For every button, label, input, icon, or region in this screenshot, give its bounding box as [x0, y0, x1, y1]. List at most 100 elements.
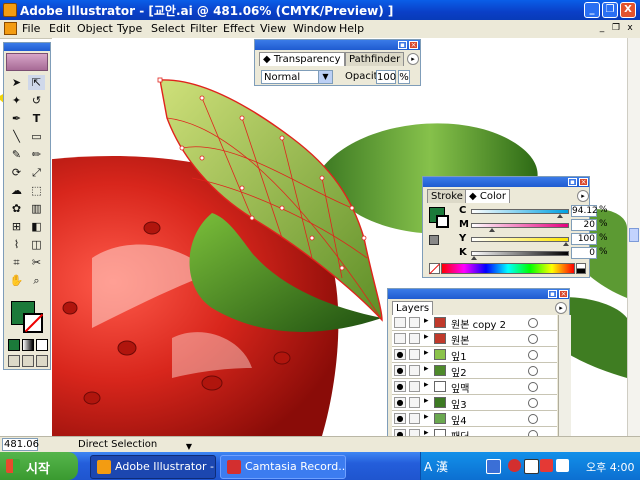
lock-toggle-icon[interactable]: [409, 333, 420, 344]
transparency-palette-header[interactable]: [255, 40, 420, 50]
stroke-color-swatch[interactable]: [23, 313, 43, 333]
color-spectrum-bar[interactable]: [441, 263, 575, 274]
slice-tool-icon[interactable]: ⌗: [8, 255, 25, 270]
tab-pathfinder[interactable]: Pathfinder: [345, 52, 405, 66]
menu-effect[interactable]: Effect: [223, 22, 255, 35]
lock-toggle-icon[interactable]: [409, 365, 420, 376]
layer-target-icon[interactable]: [528, 398, 538, 408]
doc-minimize-button[interactable]: _: [596, 23, 608, 34]
palette-close-button[interactable]: ×: [559, 290, 568, 298]
lock-toggle-icon[interactable]: [409, 349, 420, 360]
color-stroke-swatch[interactable]: [436, 215, 449, 228]
status-dropdown[interactable]: Direct Selection ▼: [48, 438, 194, 451]
warp-tool-icon[interactable]: ☁: [8, 183, 25, 198]
layer-row[interactable]: ● ▸ 잎맥: [392, 379, 557, 395]
ime-indicator[interactable]: A 漢: [424, 458, 448, 475]
expand-triangle-icon[interactable]: ▸: [424, 348, 429, 358]
menu-file[interactable]: File: [22, 22, 40, 35]
tab-stroke[interactable]: Stroke: [427, 189, 467, 203]
color-palette-header[interactable]: [423, 177, 589, 187]
yellow-slider[interactable]: [471, 237, 569, 242]
expand-triangle-icon[interactable]: ▸: [424, 380, 429, 390]
expand-triangle-icon[interactable]: ▸: [424, 412, 429, 422]
full-screen-mode-button[interactable]: [36, 355, 48, 367]
lasso-tool-icon[interactable]: ↺: [28, 93, 45, 108]
expand-triangle-icon[interactable]: ▸: [424, 316, 429, 326]
direct-selection-tool-icon[interactable]: ⇱: [28, 75, 45, 90]
scale-tool-icon[interactable]: ⤢: [28, 165, 45, 180]
palette-close-button[interactable]: ×: [579, 178, 588, 186]
doc-restore-button[interactable]: ❐: [610, 23, 622, 34]
mesh-tool-icon[interactable]: ⊞: [8, 219, 25, 234]
menu-edit[interactable]: Edit: [49, 22, 70, 35]
layers-palette-header[interactable]: [388, 289, 569, 299]
yellow-input[interactable]: 100: [571, 233, 597, 245]
opacity-unit[interactable]: %: [398, 70, 410, 84]
lock-toggle-icon[interactable]: [409, 413, 420, 424]
scissors-tool-icon[interactable]: ✂: [28, 255, 45, 270]
menu-view[interactable]: View: [260, 22, 286, 35]
visibility-eye-icon[interactable]: [394, 317, 406, 328]
layer-row[interactable]: ● ▸ 잎1: [392, 347, 557, 363]
restore-button[interactable]: ❐: [602, 2, 618, 18]
opacity-input[interactable]: 100: [376, 70, 396, 84]
type-tool-icon[interactable]: T: [28, 111, 45, 126]
taskbar-button[interactable]: Camtasia Record...: [220, 455, 346, 479]
rectangle-tool-icon[interactable]: ▭: [28, 129, 45, 144]
magenta-slider[interactable]: [471, 223, 569, 228]
zoom-level-field[interactable]: 481.06: [2, 438, 39, 451]
palette-close-button[interactable]: ×: [409, 41, 418, 49]
color-mode-button[interactable]: [8, 339, 20, 351]
gradient-tool-icon[interactable]: ◧: [28, 219, 45, 234]
none-color-button[interactable]: [429, 263, 440, 274]
expand-triangle-icon[interactable]: ▸: [424, 364, 429, 374]
cyan-input[interactable]: 94.12: [571, 205, 598, 217]
layer-target-icon[interactable]: [528, 414, 538, 424]
recording-tray-icon[interactable]: [540, 459, 553, 472]
black-slider-thumb[interactable]: [471, 256, 477, 260]
cyan-slider[interactable]: [471, 209, 569, 214]
close-button[interactable]: X: [620, 2, 636, 18]
magenta-slider-thumb[interactable]: [489, 228, 496, 232]
start-button[interactable]: 시작: [0, 452, 78, 480]
out-of-gamut-icon[interactable]: [429, 235, 439, 245]
layer-target-icon[interactable]: [528, 350, 538, 360]
minimize-button[interactable]: _: [584, 2, 600, 18]
doc-close-button[interactable]: x: [624, 23, 636, 34]
tab-transparency[interactable]: ◆ Transparency: [259, 52, 345, 66]
palette-minimize-button[interactable]: ▪: [568, 178, 577, 186]
blend-mode-select[interactable]: Normal ▼: [261, 70, 333, 84]
layer-row[interactable]: ● ▸ 잎2: [392, 363, 557, 379]
expand-triangle-icon[interactable]: ▸: [424, 396, 429, 406]
visibility-eye-icon[interactable]: ●: [394, 381, 406, 392]
palette-minimize-button[interactable]: ▪: [548, 290, 557, 298]
visibility-eye-icon[interactable]: ●: [394, 365, 406, 376]
palette-menu-arrow-icon[interactable]: ▸: [407, 53, 419, 65]
tab-layers[interactable]: Layers: [392, 301, 434, 315]
layer-target-icon[interactable]: [528, 318, 538, 328]
menu-help[interactable]: Help: [339, 22, 364, 35]
yellow-slider-thumb[interactable]: [563, 242, 569, 246]
menu-select[interactable]: Select: [151, 22, 185, 35]
black-input[interactable]: 0: [571, 247, 597, 259]
lock-toggle-icon[interactable]: [409, 317, 420, 328]
selection-tool-icon[interactable]: ➤: [8, 75, 25, 90]
menu-window[interactable]: Window: [293, 22, 336, 35]
full-screen-menu-mode-button[interactable]: [22, 355, 34, 367]
graph-tool-icon[interactable]: ▥: [28, 201, 45, 216]
pen-tool-icon[interactable]: ✒: [8, 111, 25, 126]
toolbox-header[interactable]: [4, 43, 50, 51]
vertical-scrollbar[interactable]: [627, 38, 640, 436]
taskbar-button[interactable]: Adobe Illustrator -...: [90, 455, 216, 479]
expand-triangle-icon[interactable]: ▸: [424, 332, 429, 342]
eyedropper-tool-icon[interactable]: ⌇: [8, 237, 25, 252]
layer-target-icon[interactable]: [528, 366, 538, 376]
visibility-eye-icon[interactable]: ●: [394, 397, 406, 408]
network-tray-icon[interactable]: [524, 459, 539, 474]
visibility-eye-icon[interactable]: ●: [394, 413, 406, 424]
volume-tray-icon[interactable]: [556, 459, 569, 472]
layer-target-icon[interactable]: [528, 334, 538, 344]
paintbrush-tool-icon[interactable]: ✎: [8, 147, 25, 162]
layers-scrollbar[interactable]: [558, 315, 571, 455]
layer-target-icon[interactable]: [528, 382, 538, 392]
